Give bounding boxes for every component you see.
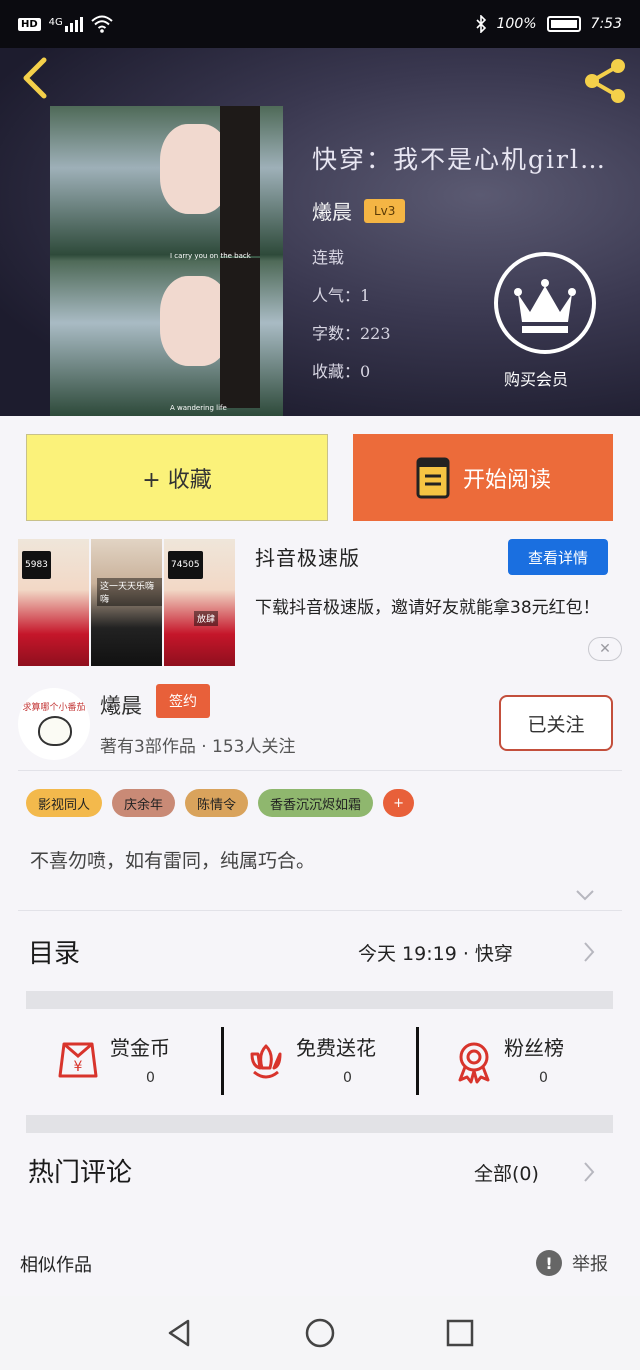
send-flower-button[interactable]: 免费送花 0 — [244, 1028, 414, 1096]
all-comments-link[interactable]: 全部(0) — [474, 1159, 539, 1186]
status-bar: HD 4G 100% 7:53 — [0, 0, 640, 48]
book-favorites: 收藏：0 — [312, 362, 371, 381]
vertical-separator — [416, 1027, 419, 1095]
wifi-icon — [91, 15, 113, 33]
system-nav-bar — [0, 1296, 640, 1370]
flower-icon — [250, 1044, 282, 1079]
vip-button[interactable] — [494, 252, 596, 354]
ad-thumb-caption: 这一天天乐嗨嗨 — [97, 578, 162, 606]
hot-comments-title: 热门评论 — [28, 1158, 133, 1188]
tag-item[interactable]: 庆余年 — [112, 789, 176, 817]
medal-icon — [458, 1042, 490, 1084]
share-icon[interactable] — [580, 56, 630, 106]
hd-badge: HD — [18, 17, 41, 31]
chevron-right-icon[interactable] — [582, 1160, 596, 1184]
author-name[interactable]: 爔晨 — [100, 690, 142, 720]
reward-coins-label: 赏金币 — [110, 1036, 170, 1060]
nav-recents-icon[interactable] — [444, 1317, 476, 1349]
section-separator — [26, 991, 613, 1009]
tag-item[interactable]: 香香沉沉烬如霜 — [258, 789, 374, 817]
fan-rank-value: 0 — [539, 1070, 548, 1086]
ad-thumbnail: 这一天天乐嗨嗨 — [91, 539, 162, 666]
status-left: HD 4G — [18, 15, 113, 33]
book-words: 字数：223 — [312, 324, 391, 343]
ad-thumbnail: 74505 放肆 — [164, 539, 235, 666]
divider — [18, 910, 622, 911]
level-badge: Lv3 — [364, 198, 406, 223]
nav-home-icon[interactable] — [304, 1317, 336, 1349]
divider — [18, 770, 622, 771]
book-icon — [416, 457, 450, 498]
bear-illustration — [38, 716, 72, 746]
catalog-latest[interactable]: 今天 19:19 · 快穿 — [358, 939, 513, 966]
cover-hair — [220, 106, 260, 256]
book-author-row: 爔晨 Lv3 — [312, 196, 406, 225]
clock: 7:53 — [590, 16, 622, 32]
collect-label: + 收藏 — [142, 467, 212, 493]
battery-icon — [546, 16, 581, 32]
ad-close-icon[interactable]: ✕ — [588, 637, 622, 661]
cover-hair-2 — [220, 258, 260, 408]
chevron-down-icon[interactable] — [574, 884, 596, 906]
ad-detail-button[interactable]: 查看详情 — [508, 539, 608, 575]
vip-label: 购买会员 — [504, 370, 569, 389]
book-title: 快穿：我不是心机girl… — [312, 145, 607, 174]
cover-caption-2: A wandering life — [170, 404, 227, 412]
tag-item[interactable]: 影视同人 — [26, 789, 103, 817]
send-flower-value: 0 — [343, 1070, 352, 1086]
alert-icon: ! — [536, 1250, 562, 1276]
book-status: 连载 — [312, 248, 345, 267]
book-cover[interactable]: I carry you on the back A wandering life — [50, 106, 283, 416]
similar-works-title: 相似作品 — [20, 1255, 92, 1276]
report-label: 举报 — [572, 1254, 608, 1275]
signed-badge: 签约 — [156, 684, 210, 718]
reward-coins-value: 0 — [146, 1070, 155, 1086]
ad-title[interactable]: 抖音极速版 — [255, 542, 360, 571]
battery-percent: 100% — [496, 16, 537, 32]
network-label: 4G — [48, 16, 63, 28]
fan-rank-button[interactable]: 粉丝榜 0 — [452, 1028, 602, 1096]
ad-thumb-count: 5983 — [22, 551, 51, 579]
book-header: I carry you on the back A wandering life… — [0, 48, 640, 416]
chevron-right-icon[interactable] — [582, 940, 596, 964]
start-reading-label: 开始阅读 — [462, 467, 551, 493]
avatar-text: 求算哪个小番茄 — [22, 703, 86, 713]
author-stats: 著有3部作品 · 153人关注 — [100, 737, 296, 757]
add-tag-button[interactable]: + — [383, 789, 414, 817]
red-envelope-icon: ¥ — [58, 1042, 98, 1078]
send-flower-label: 免费送花 — [296, 1036, 376, 1060]
ad-thumb-count: 74505 — [168, 551, 203, 579]
status-right: 100% 7:53 — [475, 15, 622, 33]
book-intro: 不喜勿喷，如有雷同，纯属巧合。 — [30, 850, 316, 872]
ad-thumbnail: 5983 — [18, 539, 89, 666]
network-icon: 4G — [48, 16, 83, 32]
ad-description[interactable]: 下载抖音极速版，邀请好友就能拿38元红包！ — [255, 594, 625, 622]
tag-item[interactable]: 陈情令 — [185, 789, 249, 817]
back-icon[interactable] — [16, 56, 56, 100]
book-popularity: 人气：1 — [312, 286, 371, 305]
section-separator — [26, 1115, 613, 1133]
report-button[interactable]: ! 举报 — [536, 1250, 608, 1276]
svg-text:¥: ¥ — [74, 1059, 83, 1075]
vertical-separator — [221, 1027, 224, 1095]
follow-button[interactable]: 已关注 — [499, 695, 613, 751]
start-reading-button[interactable]: 开始阅读 — [353, 434, 613, 521]
collect-button[interactable]: + 收藏 — [26, 434, 328, 521]
nav-back-icon[interactable] — [164, 1317, 196, 1349]
fan-rank-label: 粉丝榜 — [504, 1036, 564, 1060]
tag-list: 影视同人 庆余年 陈情令 香香沉沉烬如霜 + — [26, 789, 414, 817]
ad-thumb-caption: 放肆 — [194, 611, 219, 626]
bluetooth-icon — [475, 15, 486, 33]
reward-coins-button[interactable]: ¥ 赏金币 0 — [56, 1028, 216, 1096]
crown-icon — [514, 279, 576, 333]
avatar[interactable]: 求算哪个小番茄 — [18, 688, 90, 760]
ad-image[interactable]: 5983 这一天天乐嗨嗨 74505 放肆 — [18, 539, 235, 666]
book-author[interactable]: 爔晨 — [312, 196, 352, 225]
catalog-title[interactable]: 目录 — [28, 933, 80, 970]
